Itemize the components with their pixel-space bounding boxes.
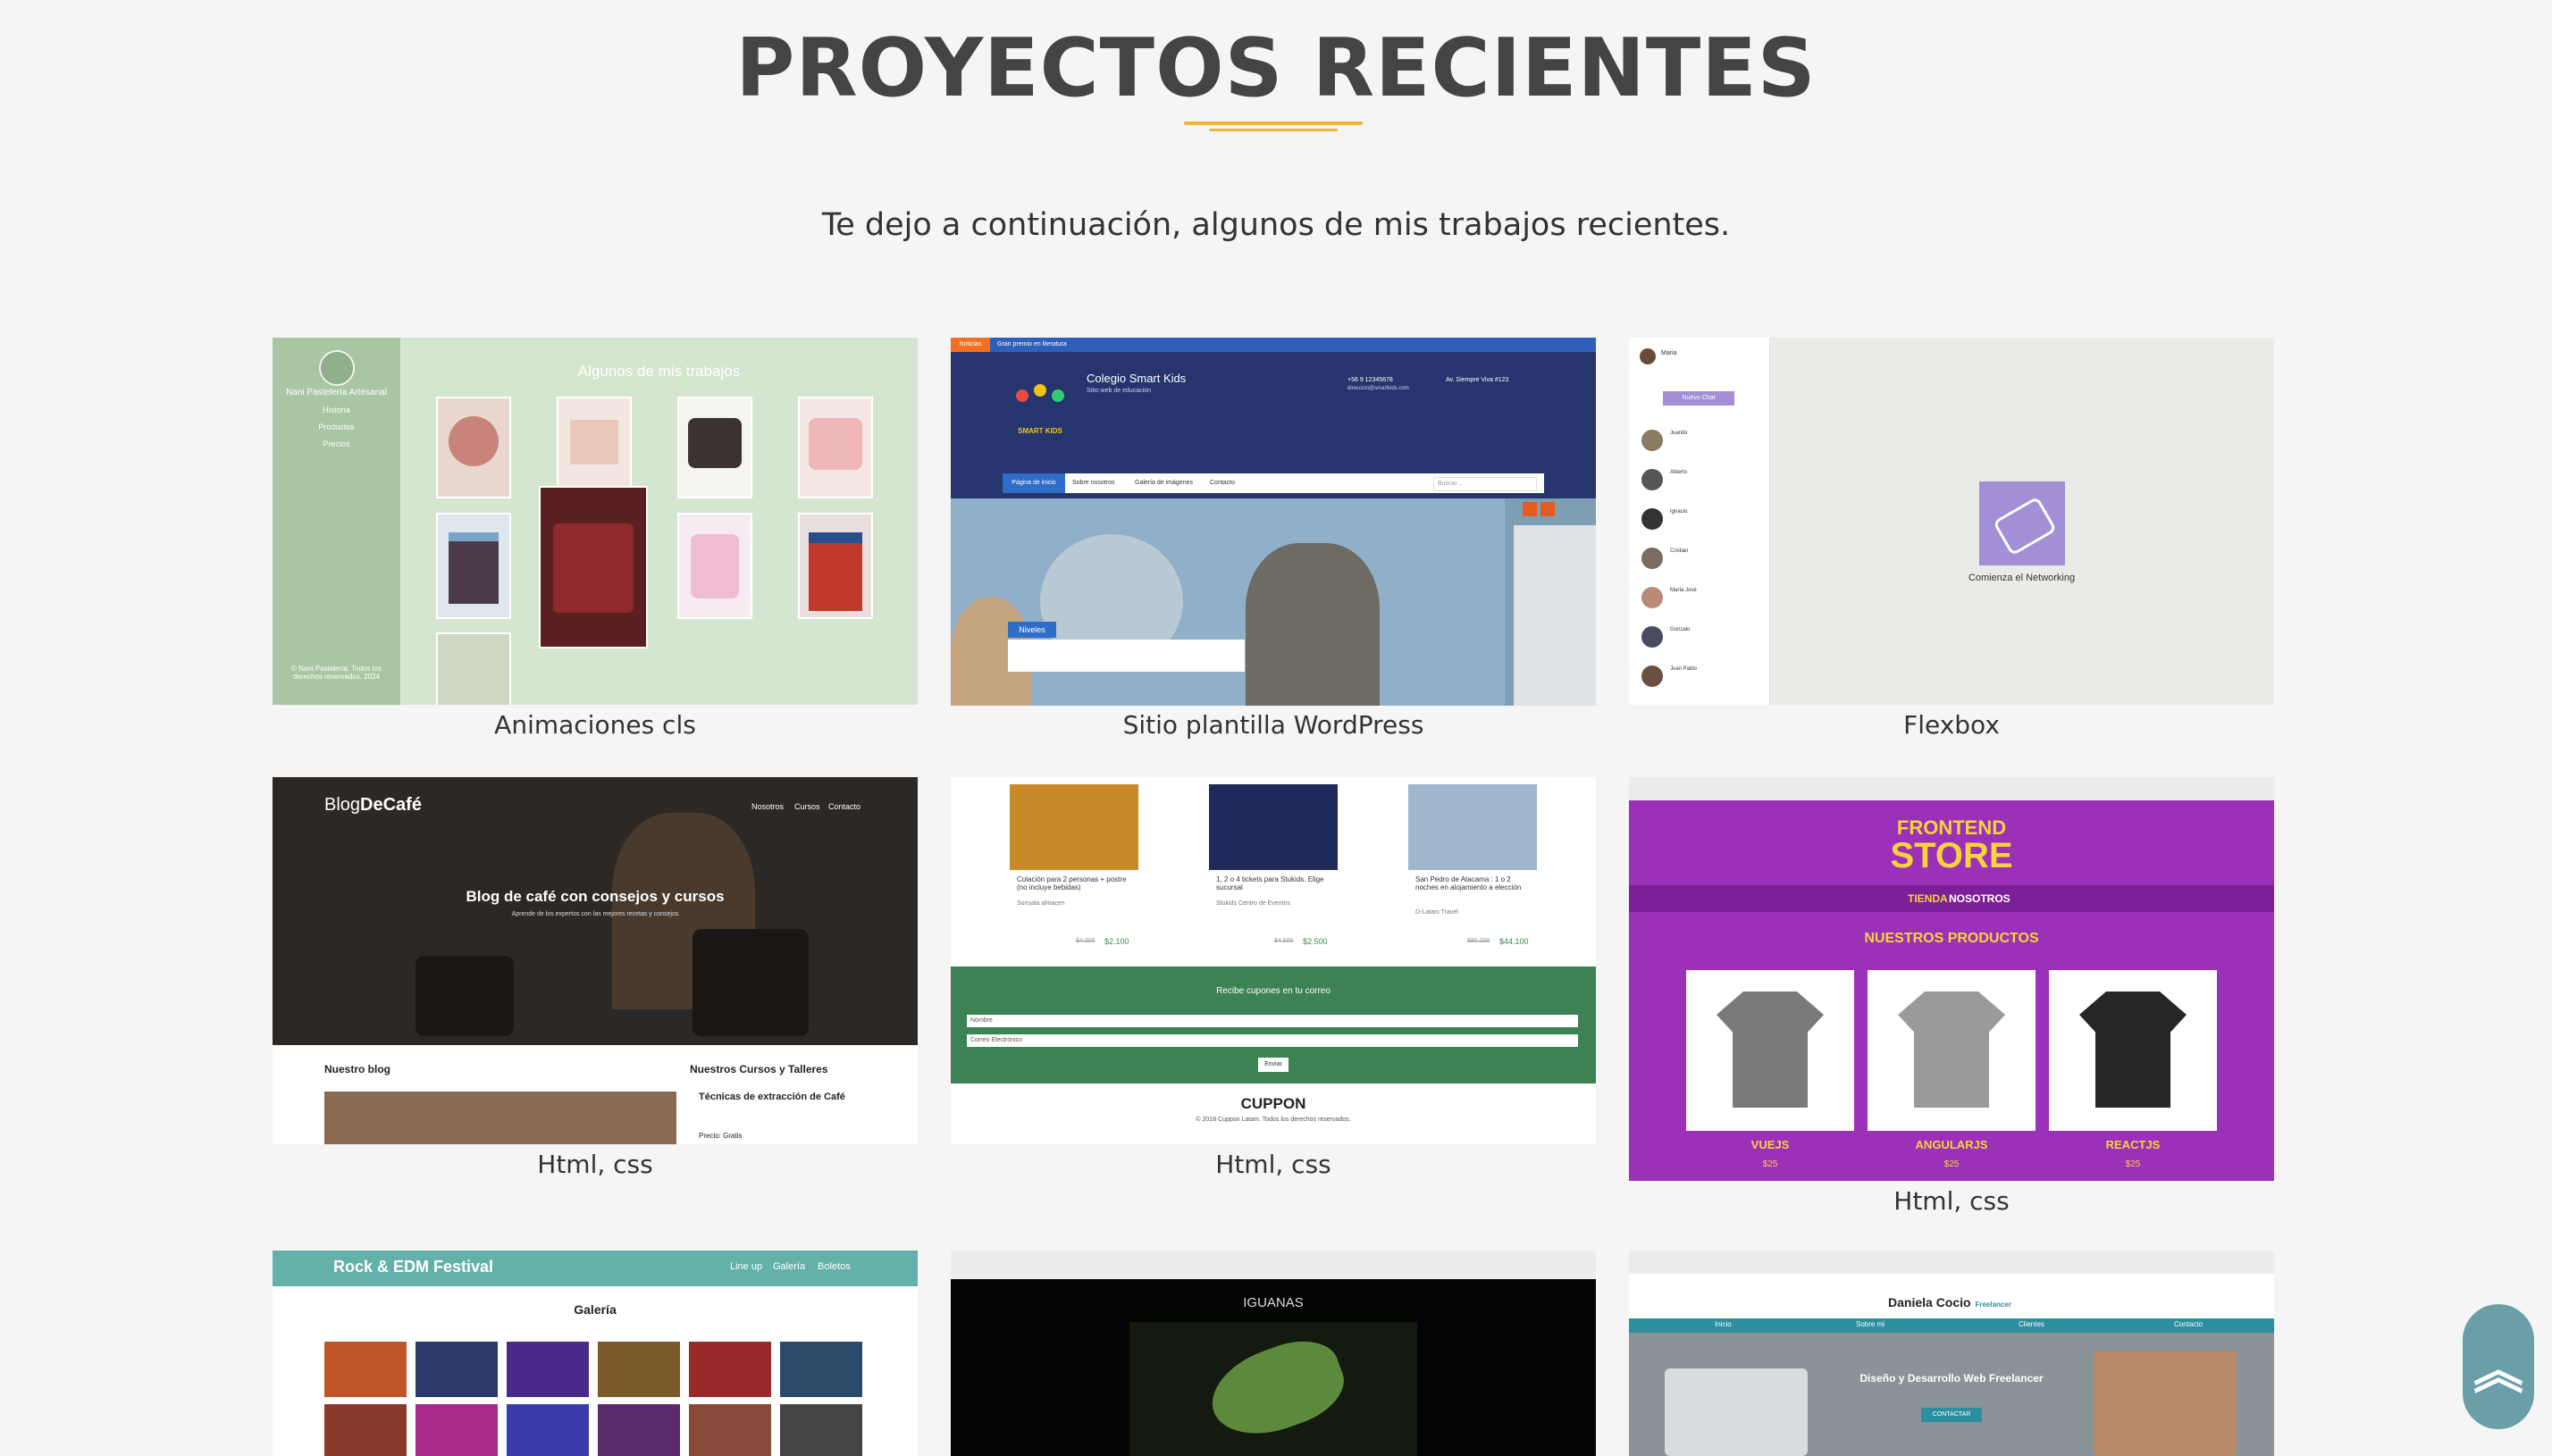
project-thumbnail[interactable]: BlogDeCafé Nosotros Cursos Contacto Blog…	[273, 777, 918, 1144]
project-caption: Html, css	[537, 1150, 653, 1179]
project-thumbnail[interactable]: Nani Pastelería Artesanal Historia Produ…	[273, 338, 918, 705]
project-thumbnail[interactable]: Colación para 2 personas + postre (no in…	[951, 777, 1596, 1144]
handshake-icon	[1979, 481, 2065, 565]
project-thumbnail[interactable]: Daniela Cocio Freelancer Inicio Sobre mi…	[1629, 1251, 2274, 1456]
project-caption: Html, css	[1215, 1150, 1331, 1179]
section-subtitle: Te dejo a continuación, algunos de mis t…	[821, 207, 1731, 243]
scroll-to-top-button[interactable]: ︽	[2463, 1304, 2534, 1429]
project-caption: Sitio plantilla WordPress	[1122, 710, 1424, 740]
page-title: PROYECTOS RECIENTES	[735, 21, 1817, 115]
double-chevron-up-icon: ︽	[2473, 1342, 2523, 1401]
project-caption: Animaciones cls	[494, 710, 696, 740]
project-thumbnail[interactable]: FRONTEND STORE TIENDA NOSOTROS NUESTROS …	[1629, 777, 2274, 1181]
project-thumbnail[interactable]: Maria Nuevo Chat Juanito Alberto Ignacio…	[1629, 338, 2274, 705]
project-caption: Html, css	[1893, 1186, 2010, 1216]
project-thumbnail[interactable]: Rock & EDM Festival Line up Galería Bole…	[273, 1251, 918, 1456]
project-thumbnail[interactable]: IGUANAS	[951, 1251, 1596, 1456]
title-underline	[1184, 121, 1363, 131]
project-caption: Flexbox	[1903, 710, 2000, 740]
project-thumbnail[interactable]: Noticias Gran premio en literatura SMART…	[951, 338, 1596, 706]
